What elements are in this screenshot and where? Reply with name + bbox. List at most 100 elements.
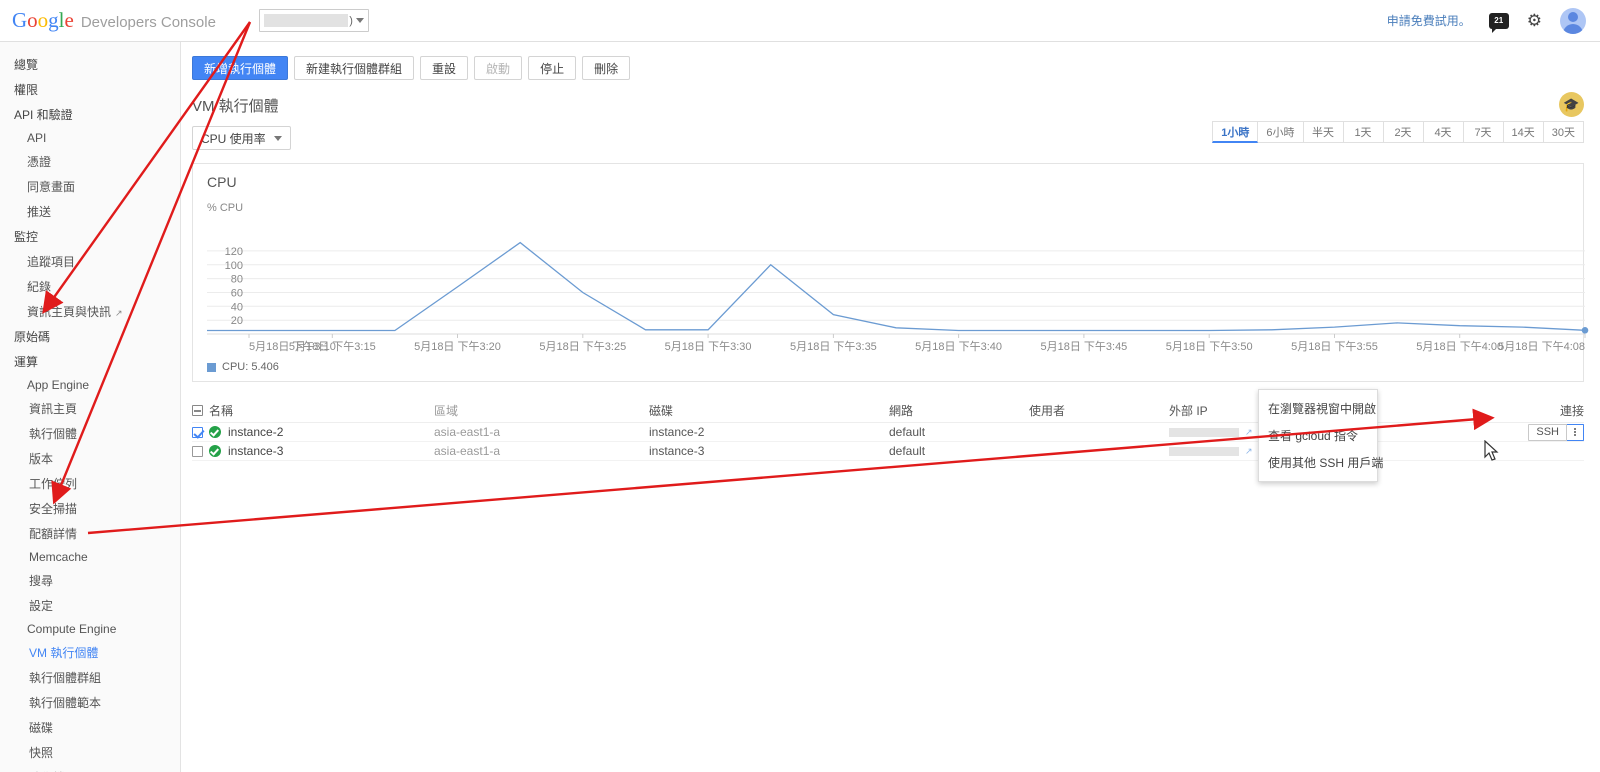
ssh-menu-item-2[interactable]: 使用其他 SSH 用戶端 (1259, 449, 1383, 476)
logo-letter-o2: o (37, 8, 49, 32)
svg-text:5月18日 下午3:35: 5月18日 下午3:35 (790, 340, 877, 353)
column-header-3[interactable]: 網路 (889, 402, 1029, 419)
ssh-menu-item-1[interactable]: 查看 gcloud 指令 (1259, 422, 1377, 449)
column-header-2[interactable]: 磁碟 (649, 402, 889, 419)
sidebar-item-19[interactable]: 配額詳情 (0, 521, 180, 546)
sidebar-item-18[interactable]: 安全掃描 (0, 496, 180, 521)
sidebar-item-2[interactable]: API 和驗證 (0, 102, 180, 127)
toolbar-button-1[interactable]: 新建執行個體群組 (294, 56, 415, 80)
action-toolbar: 新增執行個體 新建執行個體群組 重設 啟動 停止 刪除 (181, 42, 1600, 80)
range-tab-0[interactable]: 1小時 (1212, 121, 1259, 143)
sidebar-item-0[interactable]: 總覽 (0, 52, 180, 77)
select-all-checkbox[interactable] (192, 405, 203, 416)
sidebar-item-6[interactable]: 推送 (0, 199, 180, 224)
row-checkbox[interactable] (192, 426, 203, 438)
range-tab-3[interactable]: 1天 (1343, 121, 1384, 143)
sidebar-item-21[interactable]: 搜尋 (0, 568, 180, 593)
sidebar-item-28[interactable]: 快照 (0, 740, 180, 765)
metric-select[interactable]: CPU 使用率 (192, 126, 291, 150)
project-name-redacted (263, 14, 349, 27)
ssh-button[interactable]: SSH (1528, 423, 1567, 441)
sidebar-item-5[interactable]: 同意畫面 (0, 174, 180, 199)
connect-cell: SSH (1469, 423, 1584, 441)
cpu-line-chart[interactable]: 120 100 80 60 40 20 5月18日 下午3:10 5月18日 下午3:15 5月… (207, 241, 1589, 353)
row-checkbox[interactable] (192, 445, 203, 457)
avatar[interactable] (1560, 7, 1586, 34)
range-tab-2[interactable]: 半天 (1303, 121, 1344, 143)
external-link-icon[interactable]: ↗ (1245, 446, 1253, 457)
sidebar-item-label: 執行個體群組 (29, 671, 102, 685)
sidebar-item-label: 同意畫面 (27, 180, 76, 194)
toolbar-button-4[interactable]: 停止 (528, 56, 577, 80)
sidebar-item-29[interactable]: 映像檔 (0, 765, 180, 772)
range-tab-5[interactable]: 4天 (1423, 121, 1464, 143)
instance-name[interactable]: instance-3 (228, 444, 283, 458)
sidebar-item-16[interactable]: 版本 (0, 446, 180, 471)
sidebar-item-label: VM 執行個體 (29, 646, 99, 660)
sidebar-item-9[interactable]: 紀錄 (0, 274, 180, 299)
sidebar-item-3[interactable]: API (0, 127, 180, 149)
sidebar-nav: 總覽 權限 API 和驗證 API 憑證同意畫面推送監控 追蹤項目紀錄資訊主頁與快訊 ↗ 原始… (0, 52, 180, 772)
sidebar-item-25[interactable]: 執行個體群組 (0, 665, 180, 690)
sidebar-item-12[interactable]: 運算 (0, 349, 180, 374)
sidebar-item-4[interactable]: 憑證 (0, 149, 180, 174)
sidebar-item-label: 原始碼 (14, 330, 51, 344)
column-header-4[interactable]: 使用者 (1029, 402, 1169, 419)
range-tab-1[interactable]: 6小時 (1258, 121, 1304, 143)
sidebar-item-label: 配額詳情 (29, 527, 78, 541)
graduation-cap-icon[interactable]: 🎓 (1559, 92, 1584, 117)
sidebar-item-27[interactable]: 磁碟 (0, 715, 180, 740)
external-link-icon[interactable]: ↗ (1245, 427, 1253, 438)
range-tab-6[interactable]: 7天 (1463, 121, 1504, 143)
sidebar-item-7[interactable]: 監控 (0, 224, 180, 249)
svg-text:40: 40 (231, 301, 243, 313)
sidebar-item-1[interactable]: 權限 (0, 77, 180, 102)
range-tab-7[interactable]: 14天 (1503, 121, 1544, 143)
free-trial-link[interactable]: 申請免費試用。 (1387, 12, 1471, 29)
sidebar-item-label: 執行個體範本 (29, 696, 102, 710)
gear-icon[interactable]: ⚙ (1527, 12, 1542, 29)
sidebar-item-14[interactable]: 資訊主頁 (0, 396, 180, 421)
status-ok-icon (209, 426, 221, 438)
external-ip-redacted (1169, 446, 1239, 456)
sidebar-item-15[interactable]: 執行個體 (0, 421, 180, 446)
project-picker[interactable]: ) (258, 9, 369, 32)
notifications-icon[interactable]: 21 (1488, 12, 1509, 33)
sidebar-item-10[interactable]: 資訊主頁與快訊 ↗ (0, 299, 180, 324)
sidebar-item-13[interactable]: App Engine (0, 374, 180, 396)
toolbar-button-3: 啟動 (474, 56, 523, 80)
sidebar-item-label: 工作佇列 (29, 477, 78, 491)
svg-text:5月18日 下午4:00: 5月18日 下午4:00 (1416, 340, 1503, 353)
instance-name[interactable]: instance-2 (228, 425, 283, 439)
sidebar-item-8[interactable]: 追蹤項目 (0, 249, 180, 274)
chart-title: CPU (207, 174, 237, 190)
sidebar-item-24[interactable]: VM 執行個體 (0, 640, 180, 665)
column-header-0[interactable]: 名稱 (209, 402, 434, 419)
column-header-6[interactable]: 連接 (1469, 402, 1584, 419)
logo-letter-g: g (48, 8, 59, 32)
sidebar-item-22[interactable]: 設定 (0, 593, 180, 618)
sidebar-item-17[interactable]: 工作佇列 (0, 471, 180, 496)
sidebar-item-26[interactable]: 執行個體範本 (0, 690, 180, 715)
sidebar-item-20[interactable]: Memcache (0, 546, 180, 568)
sidebar-item-label: 憑證 (27, 155, 52, 169)
sidebar-item-23[interactable]: Compute Engine (0, 618, 180, 640)
column-header-1[interactable]: 區域 (434, 402, 649, 419)
logo-letter-G: G (12, 8, 28, 32)
ssh-menu-item-0[interactable]: 在瀏覽器視窗中開啟 (1259, 395, 1377, 422)
range-tab-4[interactable]: 2天 (1383, 121, 1424, 143)
sidebar-item-label: 推送 (27, 205, 52, 219)
sidebar-item-label: 紀錄 (27, 280, 52, 294)
svg-text:5月18日 下午3:15: 5月18日 下午3:15 (289, 340, 376, 353)
google-logo[interactable]: Google Developers Console (0, 8, 216, 33)
toolbar-button-0[interactable]: 新增執行個體 (192, 56, 289, 80)
toolbar-button-2[interactable]: 重設 (420, 56, 469, 80)
toolbar-button-5[interactable]: 刪除 (582, 56, 631, 80)
sidebar: 總覽 權限 API 和驗證 API 憑證同意畫面推送監控 追蹤項目紀錄資訊主頁與快訊 ↗ 原始… (0, 42, 181, 772)
disk-cell: instance-2 (649, 425, 705, 439)
legend-color-swatch (207, 362, 216, 372)
kebab-menu-icon[interactable] (1567, 423, 1584, 441)
notification-count: 21 (1494, 16, 1504, 25)
range-tab-8[interactable]: 30天 (1543, 121, 1584, 143)
sidebar-item-11[interactable]: 原始碼 (0, 324, 180, 349)
